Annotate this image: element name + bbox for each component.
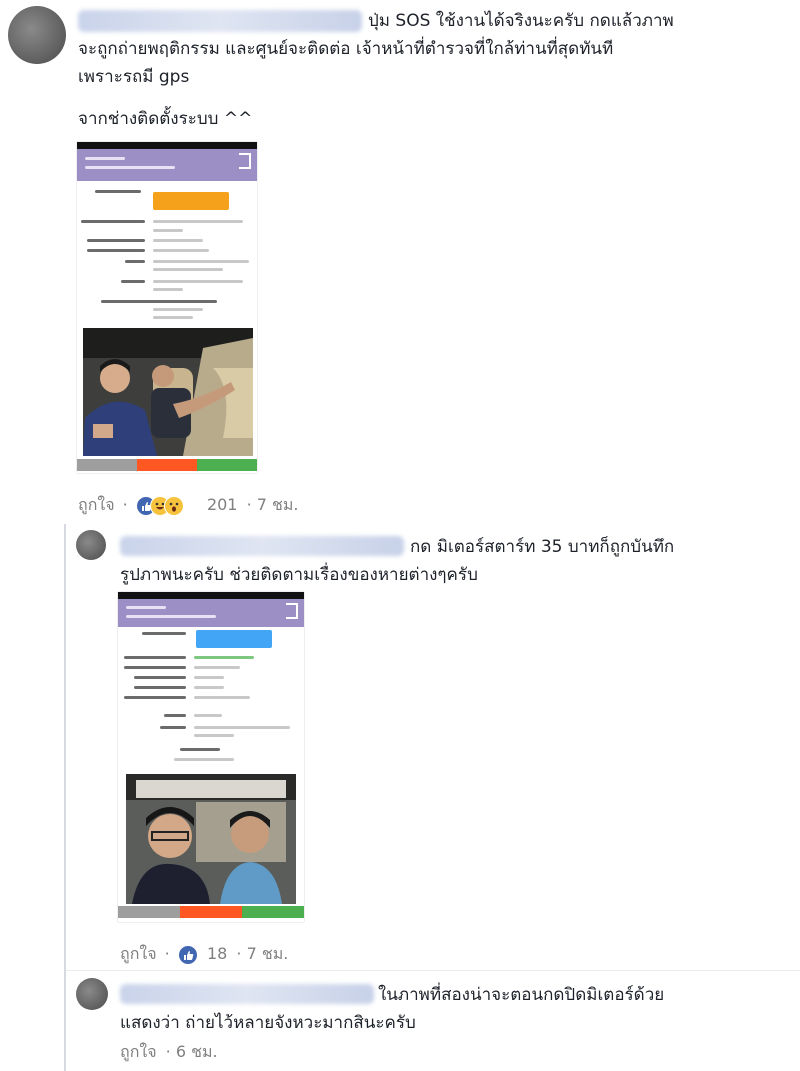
comment-text: เพราะรถมี gps [78, 67, 190, 87]
car-camera-photo [83, 328, 253, 456]
commenter-name[interactable] [120, 536, 404, 556]
phone-nav-bar [77, 459, 257, 471]
comment-text: ปุ่ม SOS ใช้งานได้จริงนะครับ กดแล้วภาพ [368, 11, 674, 31]
like-link[interactable]: ถูกใจ [120, 1042, 157, 1061]
car-camera-photo [126, 774, 296, 904]
phone-action-button [153, 192, 229, 210]
like-link[interactable]: ถูกใจ [78, 495, 115, 514]
avatar[interactable] [8, 6, 66, 64]
phone-app-header [77, 149, 257, 181]
comment-meta: ถูกใจ · 201 · 7 ชม. [78, 493, 299, 518]
reaction-count[interactable]: 201 [207, 495, 238, 514]
like-reaction-icon [177, 944, 198, 965]
reply-thread-line [64, 524, 66, 1071]
wow-reaction-icon [163, 495, 184, 516]
timestamp[interactable]: · 7 ชม. [247, 495, 299, 514]
comment-text: ในภาพที่สองน่าจะตอนกดปิดมิเตอร์ด้วย [378, 985, 665, 1005]
reactions[interactable] [135, 495, 190, 516]
comment-text: รูปภาพนะครับ ช่วยติดตามเรื่องของหายต่างๆ… [120, 565, 478, 585]
comment-meta: ถูกใจ · 18 · 7 ชม. [120, 942, 288, 967]
attached-photo[interactable] [118, 592, 304, 922]
separator-dot: · [122, 495, 128, 514]
divider [66, 970, 800, 971]
comment-text: จากช่างติดตั้งระบบ ^^ [78, 109, 253, 129]
comment-text: กด มิเตอร์สตาร์ท 35 บาทก็ถูกบันทึก [410, 537, 675, 557]
logout-icon [239, 153, 251, 169]
phone-app-header [118, 599, 304, 627]
logout-icon [286, 603, 298, 619]
comment-meta: ถูกใจ · 6 ชม. [120, 1040, 218, 1065]
separator-dot: · [164, 944, 170, 963]
commenter-name[interactable] [78, 10, 362, 32]
phone-status-bar [118, 592, 304, 599]
timestamp[interactable]: · 7 ชม. [236, 944, 288, 963]
avatar[interactable] [76, 978, 108, 1010]
phone-action-button [196, 630, 272, 648]
phone-status-bar [77, 142, 257, 149]
timestamp[interactable]: · 6 ชม. [166, 1042, 218, 1061]
comment-text: จะถูกถ่ายพฤติกรรม และศูนย์จะติดต่อ เจ้าห… [78, 39, 614, 59]
phone-nav-bar [118, 906, 304, 918]
attached-photo[interactable] [77, 142, 257, 473]
reaction-count[interactable]: 18 [207, 944, 227, 963]
like-link[interactable]: ถูกใจ [120, 944, 157, 963]
avatar[interactable] [76, 530, 106, 560]
commenter-name[interactable] [120, 984, 374, 1004]
comment-text: แสดงว่า ถ่ายไว้หลายจังหวะมากสินะครับ [120, 1013, 416, 1033]
